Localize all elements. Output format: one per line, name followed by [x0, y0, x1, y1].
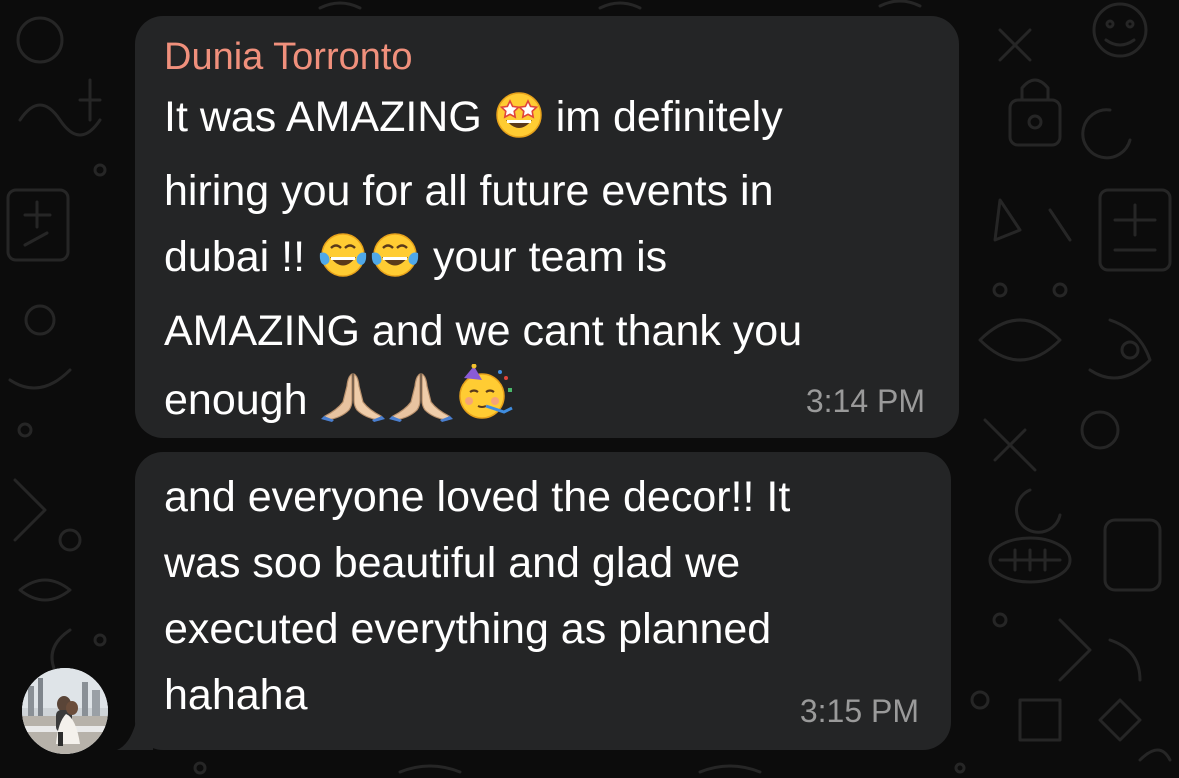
sender-avatar[interactable] [22, 668, 108, 754]
joy-emoji [318, 231, 368, 298]
avatar-photo [22, 668, 108, 754]
message-line: hiring you for all future events in [164, 167, 774, 215]
message-line: dubai !! your team is [164, 224, 929, 298]
chat-view: Dunia Torronto It was AMAZING im definit… [0, 0, 1179, 778]
message-line: and everyone loved the decor!! It [164, 473, 791, 521]
message-text-segment: dubai !! [164, 233, 306, 281]
message-line: executed everything as planned [164, 605, 772, 653]
sender-name[interactable]: Dunia Torronto [164, 34, 929, 80]
bubble-tail [117, 718, 153, 750]
message-text-segment: enough [164, 376, 308, 424]
message-bubble[interactable]: Dunia Torronto It was AMAZING im definit… [135, 16, 959, 438]
star-struck-emoji [495, 91, 543, 158]
joy-emoji [370, 231, 420, 298]
message-bubble[interactable]: and everyone loved the decor!! It was so… [135, 452, 951, 750]
message-line: AMAZING and we cant thank you [164, 307, 803, 355]
message-text-segment: It was AMAZING [164, 93, 482, 141]
message-timestamp: 3:15 PM [799, 693, 919, 729]
message-line: It was AMAZING im definitely [164, 84, 929, 158]
message-timestamp: 3:14 PM [805, 383, 925, 419]
message-text-segment: im definitely [555, 93, 783, 141]
partying-face-emoji [456, 363, 516, 441]
folded-hands-emoji [320, 370, 386, 441]
message-line: was soo beautiful and glad we [164, 539, 741, 587]
folded-hands-emoji [388, 370, 454, 441]
message-text-segment: your team is [432, 233, 668, 281]
message-text: and everyone loved the decor!! It was so… [164, 464, 921, 728]
